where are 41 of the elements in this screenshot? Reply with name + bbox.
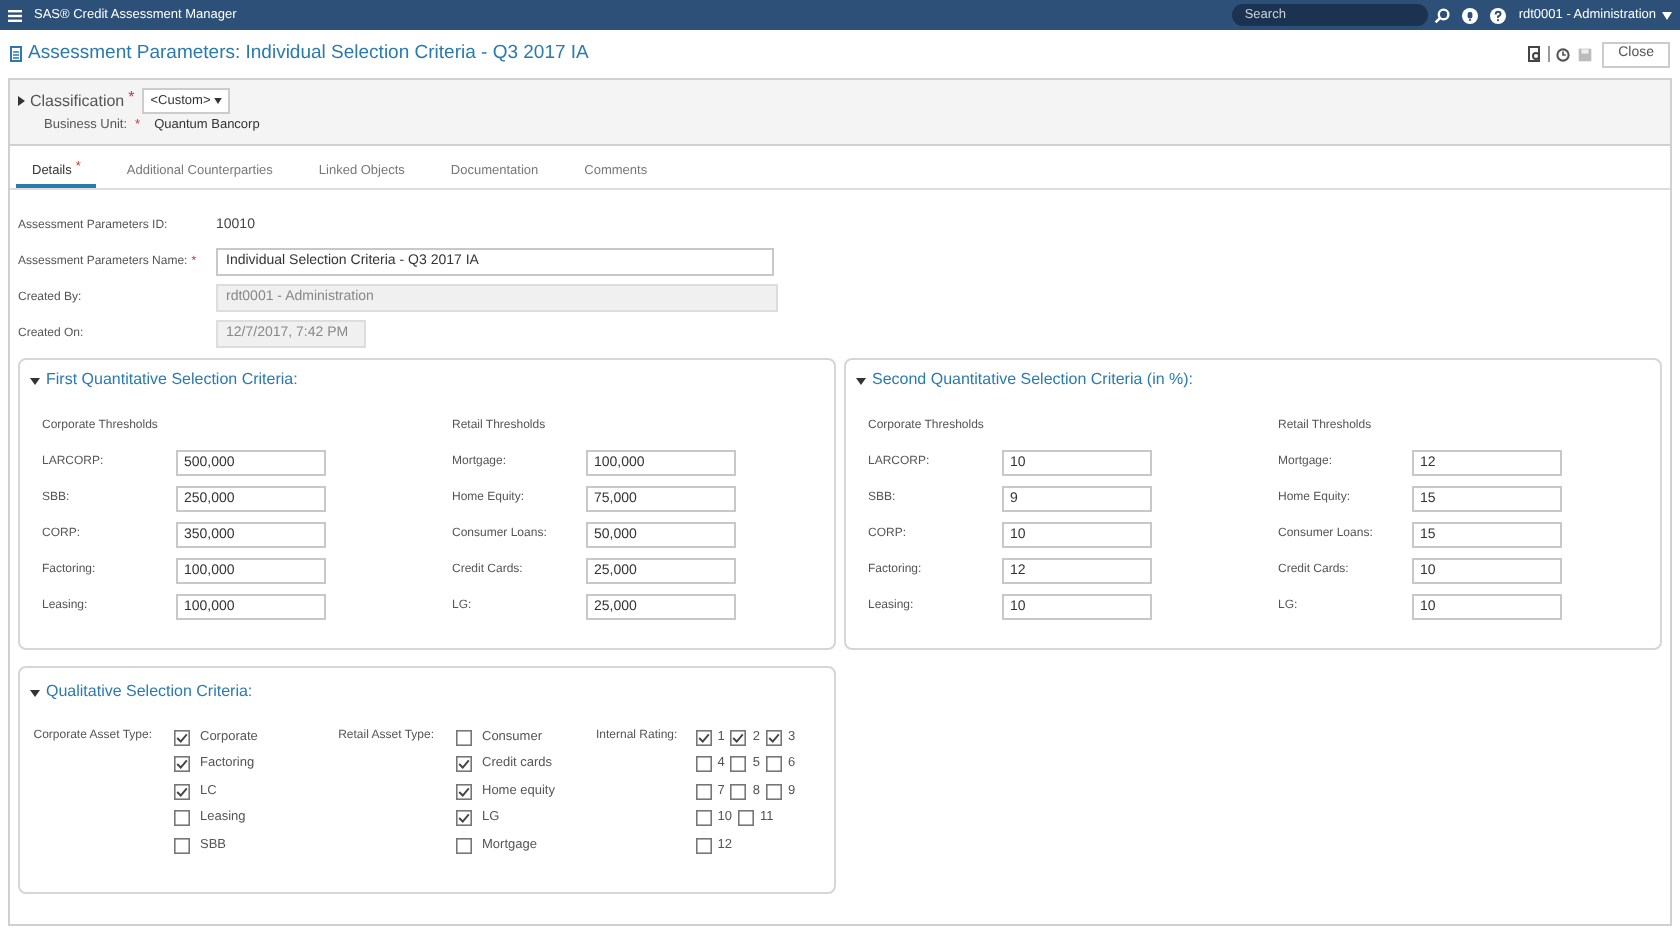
checked-checkbox[interactable] xyxy=(456,810,472,827)
checked-checkbox[interactable] xyxy=(174,756,190,773)
collapse-caret-icon[interactable] xyxy=(30,687,40,697)
checked-checkbox[interactable] xyxy=(174,729,190,746)
checked-checkbox[interactable] xyxy=(174,783,190,800)
section-title[interactable]: Second Quantitative Selection Criteria (in %): xyxy=(872,368,1194,392)
checkbox[interactable] xyxy=(456,837,472,854)
checked-checkbox[interactable] xyxy=(456,756,472,773)
collapse-caret-icon[interactable] xyxy=(856,375,866,385)
caret-icon xyxy=(214,98,223,104)
checkbox[interactable] xyxy=(695,810,712,827)
help-icon[interactable] xyxy=(1490,7,1507,23)
checkbox[interactable] xyxy=(765,783,782,800)
section-title[interactable]: First Quantitative Selection Criteria: xyxy=(46,368,298,392)
page-title: Assessment Parameters: Individual Selection Criteria - Q3 2017 IA xyxy=(28,39,589,68)
caret-icon xyxy=(1662,11,1672,19)
history-icon[interactable] xyxy=(1556,47,1571,61)
checkbox[interactable] xyxy=(695,783,712,800)
checkbox[interactable] xyxy=(765,756,782,773)
expand-caret-icon[interactable] xyxy=(16,96,26,106)
checkbox[interactable] xyxy=(737,810,754,827)
checkbox[interactable] xyxy=(730,756,747,773)
checkbox[interactable] xyxy=(695,837,712,854)
checked-checkbox[interactable] xyxy=(765,729,782,746)
notification-icon[interactable] xyxy=(1462,7,1479,23)
document-icon xyxy=(10,46,22,62)
checked-checkbox[interactable] xyxy=(695,729,712,746)
checkbox[interactable] xyxy=(456,729,472,746)
search-icon[interactable] xyxy=(1434,7,1451,23)
checked-checkbox[interactable] xyxy=(456,783,472,800)
document-search-icon[interactable] xyxy=(1528,46,1543,62)
section-title[interactable]: Qualitative Selection Criteria: xyxy=(46,680,253,704)
checkbox[interactable] xyxy=(695,756,712,773)
required-marker: * xyxy=(128,86,135,110)
checked-checkbox[interactable] xyxy=(730,729,747,746)
collapse-caret-icon[interactable] xyxy=(30,375,40,385)
menu-icon[interactable] xyxy=(8,9,22,21)
checkbox[interactable] xyxy=(174,810,190,827)
field-label: Classification xyxy=(30,89,125,113)
checkbox[interactable] xyxy=(174,837,190,854)
checkbox[interactable] xyxy=(730,783,747,800)
